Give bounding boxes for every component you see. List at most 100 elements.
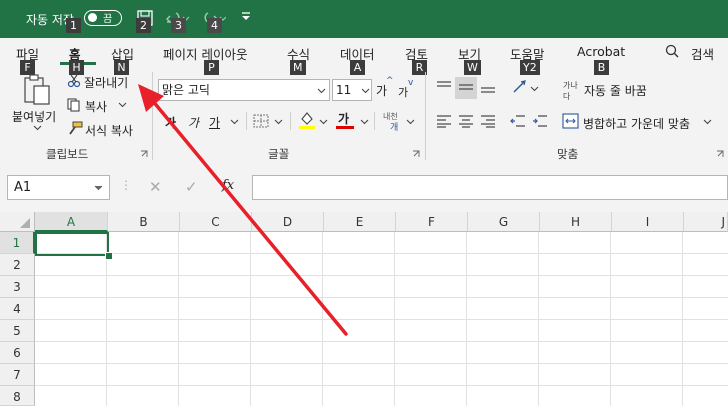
keytip-autosave: 1 [66, 18, 81, 33]
name-box-value: A1 [14, 180, 32, 195]
align-left-icon[interactable] [436, 114, 452, 128]
borders-icon[interactable] [253, 114, 269, 128]
keytip-redo: 4 [207, 18, 222, 33]
phonetic-chevron-icon[interactable] [406, 119, 415, 125]
keytip-help: Y2 [520, 60, 540, 75]
column-header-f[interactable]: F [396, 212, 468, 232]
paste-icon[interactable] [22, 74, 52, 106]
orientation-chevron-icon[interactable] [530, 86, 539, 92]
format-painter-icon [69, 121, 83, 135]
column-header-j[interactable]: J [684, 212, 728, 232]
customize-toolbar-icon[interactable] [241, 12, 251, 22]
align-center-icon[interactable] [458, 114, 474, 128]
row-header-6[interactable]: 6 [0, 342, 35, 364]
autosave-state: 끔 [103, 14, 113, 25]
row-header-3[interactable]: 3 [0, 276, 35, 298]
font-size-chevron-icon [361, 88, 370, 94]
row-header-7[interactable]: 7 [0, 364, 35, 386]
enter-icon[interactable]: ✓ [185, 178, 198, 196]
bold-button[interactable]: 가 [165, 114, 176, 131]
keytip-home: H [69, 60, 84, 75]
formula-bar-grip-icon: ⋮ [120, 178, 132, 192]
column-header-g[interactable]: G [468, 212, 540, 232]
font-color-button[interactable]: 가 [338, 110, 349, 127]
merge-center-button[interactable]: 병합하고 가운데 맞춤 [583, 115, 690, 132]
group-divider [425, 72, 426, 160]
select-all-button[interactable] [0, 212, 35, 232]
shrink-font-arrow-icon: v [408, 78, 414, 88]
font-divider [374, 112, 375, 130]
borders-chevron-icon[interactable] [274, 119, 283, 125]
font-name-value: 맑은 고딕 [162, 83, 210, 97]
clipboard-launcher-icon[interactable] [140, 150, 148, 158]
increase-indent-icon[interactable] [532, 114, 548, 128]
fill-handle[interactable] [105, 252, 113, 260]
keytip-data: A [350, 60, 365, 75]
column-header-d[interactable]: D [252, 212, 324, 232]
align-middle-icon[interactable] [458, 80, 474, 94]
column-header-i[interactable]: I [612, 212, 684, 232]
autosave-toggle[interactable]: 끔 [84, 10, 122, 26]
chevron-down-icon[interactable] [33, 125, 42, 131]
cut-button[interactable]: 잘라내기 [84, 74, 128, 91]
keytip-undo: 3 [171, 18, 186, 33]
row-header-5[interactable]: 5 [0, 320, 35, 342]
underline-button[interactable]: 가 [209, 114, 220, 131]
font-divider [290, 112, 291, 130]
active-cell-a1[interactable] [35, 232, 109, 256]
row-header-1[interactable]: 1 [0, 232, 35, 254]
phonetic-icon: 개 [390, 123, 399, 133]
column-header-c[interactable]: C [180, 212, 252, 232]
cancel-icon[interactable]: ✕ [149, 178, 162, 196]
font-size-value: 11 [336, 83, 352, 97]
merge-chevron-icon[interactable] [703, 119, 712, 125]
font-divider [246, 112, 247, 130]
font-launcher-icon[interactable] [412, 150, 420, 158]
keytip-insert: N [114, 60, 129, 75]
grow-font-arrow-icon: ^ [386, 76, 394, 86]
paste-label[interactable]: 붙여넣기 [12, 108, 56, 125]
row-header-2[interactable]: 2 [0, 254, 35, 276]
column-header-a[interactable]: A [35, 212, 108, 232]
copy-icon [67, 98, 80, 112]
keytip-file: F [20, 60, 35, 75]
formula-input[interactable] [252, 175, 728, 200]
copy-button[interactable]: 복사 [85, 98, 107, 115]
merge-center-icon[interactable] [562, 113, 579, 129]
insert-function-button[interactable]: fx [222, 178, 234, 193]
align-right-icon[interactable] [480, 114, 496, 128]
toggle-knob [88, 13, 97, 22]
column-header-b[interactable]: B [108, 212, 180, 232]
keytip-page-layout: P [204, 60, 219, 75]
tab-acrobat[interactable]: Acrobat [577, 44, 625, 59]
search-label[interactable]: 검색 [691, 44, 714, 63]
wrap-text-icon: 가나 다 [563, 81, 578, 101]
keytip-formulas: M [290, 60, 306, 75]
wrap-text-button[interactable]: 자동 줄 바꿈 [584, 82, 647, 99]
fill-color-icon[interactable] [298, 110, 316, 130]
cell-grid[interactable] [35, 232, 728, 406]
alignment-launcher-icon[interactable] [716, 150, 724, 158]
scissors-icon [67, 74, 81, 88]
name-box-chevron-icon[interactable] [94, 185, 103, 191]
group-divider [152, 72, 153, 160]
copy-dropdown-icon[interactable] [118, 102, 127, 108]
align-top-icon[interactable] [436, 80, 452, 94]
alignment-group-label: 맞춤 [557, 147, 579, 161]
row-header-8[interactable]: 8 [0, 386, 35, 406]
orientation-icon[interactable] [512, 80, 528, 94]
search-icon[interactable] [665, 44, 679, 58]
align-bottom-icon[interactable] [480, 80, 496, 94]
format-painter-button[interactable]: 서식 복사 [85, 122, 133, 139]
font-name-select[interactable]: 맑은 고딕 [158, 79, 330, 101]
row-header-4[interactable]: 4 [0, 298, 35, 320]
decrease-indent-icon[interactable] [510, 114, 526, 128]
font-color-chevron-icon[interactable] [360, 119, 369, 125]
italic-button[interactable]: 가 [188, 114, 199, 131]
underline-chevron-icon[interactable] [230, 119, 239, 125]
column-header-h[interactable]: H [540, 212, 612, 232]
shrink-font-button[interactable]: 가 [398, 84, 408, 100]
clipboard-group-label: 클립보드 [46, 147, 89, 161]
fill-color-chevron-icon[interactable] [319, 119, 328, 125]
column-header-e[interactable]: E [324, 212, 396, 232]
